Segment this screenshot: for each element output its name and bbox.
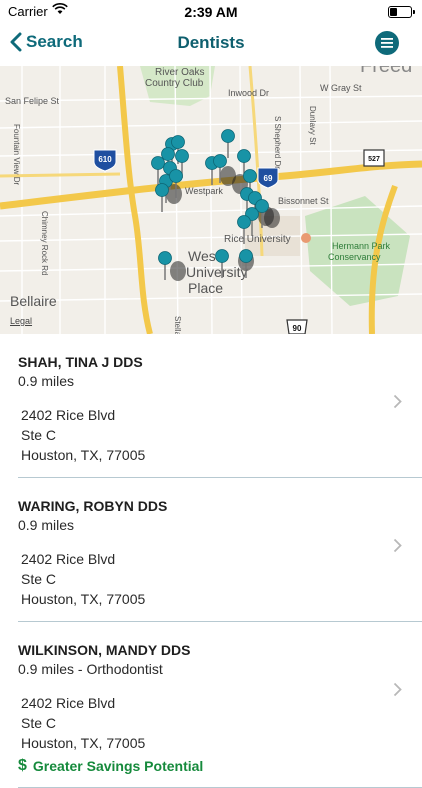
pin-shadow: [170, 261, 186, 281]
map-canvas[interactable]: 610 69 527 90 River Oaks Country Club In…: [0, 66, 422, 334]
menu-icon: [381, 38, 393, 48]
savings-label: Greater Savings Potential: [32, 758, 204, 774]
i610-label: 610: [98, 155, 112, 164]
address-city: Houston, TX, 77005: [21, 591, 146, 607]
back-label: Search: [26, 32, 83, 51]
map-label-dunlavy: Dunlavy St: [308, 106, 317, 145]
chevron-left-icon: [10, 32, 22, 52]
i69-shield: 69: [257, 167, 279, 189]
map-label-conservancy: Conservancy: [328, 252, 381, 262]
map-label-inwood: Inwood Dr: [228, 88, 269, 98]
park-area: [305, 196, 410, 306]
address-city: Houston, TX, 77005: [21, 735, 146, 751]
list-item[interactable]: WILKINSON, MANDY DDS 0.9 miles - Orthodo…: [18, 622, 422, 788]
pin-head: [237, 215, 251, 229]
university-icon: [301, 233, 311, 243]
map-label-san-felipe: San Felipe St: [5, 96, 60, 106]
pin-head: [155, 183, 169, 197]
address-line: Ste C: [21, 571, 57, 587]
pin-head: [243, 169, 257, 183]
map-label-rice: Rice University: [224, 234, 291, 245]
address-city: Houston, TX, 77005: [21, 447, 146, 463]
menu-button[interactable]: [375, 31, 399, 55]
map-label-chimney: Chimney Rock Rd: [40, 211, 49, 275]
i610-shield: 610: [93, 149, 117, 172]
map-pin-icon[interactable]: [158, 251, 172, 281]
dollar-icon: $: [18, 757, 27, 774]
address-line: 2402 Rice Blvd: [21, 695, 116, 711]
provider-name: SHAH, TINA J DDS: [18, 354, 143, 370]
i69-label: 69: [264, 174, 273, 183]
s527-shield: 527: [363, 149, 385, 167]
pin-head: [221, 129, 235, 143]
address-line: 2402 Rice Blvd: [21, 407, 116, 423]
provider-distance: 0.9 miles: [18, 517, 75, 533]
pin-head: [237, 149, 251, 163]
pin-head: [239, 249, 253, 263]
provider-address: 2402 Rice Blvd Ste C Houston, TX, 77005: [18, 549, 382, 609]
savings-badge: $ Greater Savings Potential: [18, 757, 382, 775]
map-pin-icon[interactable]: [221, 129, 235, 159]
pin-head: [151, 156, 165, 170]
map-label-bissonnet: Bissonnet St: [278, 196, 329, 206]
pin-head: [215, 249, 229, 263]
results-list: SHAH, TINA J DDS 0.9 miles 2402 Rice Blv…: [0, 334, 422, 788]
map-label-place: Place: [188, 280, 223, 296]
s527-label: 527: [368, 156, 380, 163]
provider-address: 2402 Rice Blvd Ste C Houston, TX, 77005: [18, 405, 382, 465]
pin-head: [213, 154, 227, 168]
map-label-freedmen: Freed: [360, 66, 412, 77]
map-label-fountain: Fountain View Dr: [12, 124, 21, 186]
address-line: Ste C: [21, 427, 57, 443]
map-label-university: University: [186, 264, 247, 280]
map-label-country-club: Country Club: [145, 78, 204, 89]
map-label-bellaire: Bellaire: [10, 293, 57, 309]
pin-head: [171, 135, 185, 149]
list-item[interactable]: SHAH, TINA J DDS 0.9 miles 2402 Rice Blv…: [18, 334, 422, 478]
provider-distance: 0.9 miles: [18, 373, 75, 389]
pin-head: [158, 251, 172, 265]
clock: 2:39 AM: [184, 4, 238, 20]
battery-icon: [388, 6, 415, 18]
provider-distance: 0.9 miles - Orthodontist: [18, 661, 163, 677]
address-line: Ste C: [21, 715, 57, 731]
provider-name: WILKINSON, MANDY DDS: [18, 642, 191, 658]
map-label-hermann: Hermann Park: [332, 241, 391, 251]
pin-head: [161, 147, 175, 161]
map-label-river-oaks: River Oaks: [155, 67, 204, 78]
provider-address: 2402 Rice Blvd Ste C Houston, TX, 77005: [18, 693, 382, 753]
chevron-right-icon: [393, 538, 402, 553]
map-label-shepherd: S Shepherd Dr: [273, 116, 282, 169]
map-label-stella: Stella Lin: [173, 316, 182, 334]
us90-label: 90: [293, 324, 302, 333]
map-label-gray: W Gray St: [320, 83, 362, 93]
pin-head: [169, 169, 183, 183]
address-line: 2402 Rice Blvd: [21, 551, 116, 567]
provider-name: WARING, ROBYN DDS: [18, 498, 168, 514]
status-bar: Carrier 2:39 AM: [0, 0, 422, 24]
pin-head: [175, 149, 189, 163]
legal-link[interactable]: Legal: [10, 316, 32, 326]
list-item[interactable]: WARING, ROBYN DDS 0.9 miles 2402 Rice Bl…: [18, 478, 422, 622]
chevron-right-icon: [393, 394, 402, 409]
navigation-bar: Search Dentists: [0, 24, 422, 64]
chevron-right-icon: [393, 682, 402, 697]
map-label-westpark: Westpark: [185, 186, 223, 196]
back-button[interactable]: Search: [10, 32, 83, 52]
map-label-west: West: [188, 248, 220, 264]
us90-shield: 90: [286, 319, 308, 334]
map-view[interactable]: 610 69 527 90 River Oaks Country Club In…: [0, 66, 422, 334]
